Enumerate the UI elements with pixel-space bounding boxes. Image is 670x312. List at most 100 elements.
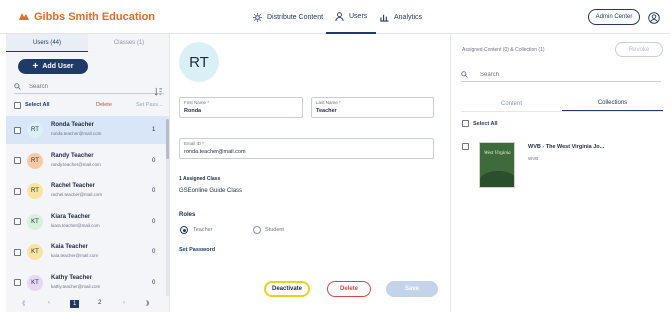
last-name-value: Teacher xyxy=(316,108,337,114)
admin-center-button[interactable]: Admin Center xyxy=(588,9,640,25)
email-value: ronda.teacher@mail.com xyxy=(184,149,246,155)
user-row-checkbox[interactable] xyxy=(14,157,21,164)
gibbs-smith-logo-icon xyxy=(19,13,29,20)
last-name-field[interactable]: Last Name * Teacher xyxy=(311,97,434,118)
user-avatar: RT xyxy=(27,152,43,169)
user-email: kaia.teacher@mail.com xyxy=(51,253,99,258)
scrollbar-thumb[interactable] xyxy=(166,119,169,159)
nav-distribute-content[interactable]: Distribute Content xyxy=(253,0,323,34)
user-row[interactable]: RT Ronda Teacher ronda.teacher@mail.com 1 xyxy=(6,116,166,144)
user-row-checkbox[interactable] xyxy=(14,187,21,195)
collection-name[interactable]: WVB - The West Virginia Jo... xyxy=(528,144,604,150)
logo[interactable]: Gibbs Smith Education xyxy=(18,11,155,23)
nav-analytics[interactable]: Analytics xyxy=(380,0,422,34)
tab-collections[interactable]: Collections xyxy=(562,96,663,111)
user-name: Rachel Teacher xyxy=(51,183,95,189)
user-row-checkbox[interactable] xyxy=(14,279,21,286)
revoke-button[interactable]: Revoke xyxy=(615,42,663,57)
user-row-checkbox[interactable] xyxy=(14,126,21,134)
tab-content[interactable]: Content xyxy=(461,96,562,111)
nav-label: Analytics xyxy=(394,13,423,21)
role-teacher-label[interactable]: Teacher xyxy=(193,227,213,233)
user-row-checkbox[interactable] xyxy=(14,248,21,256)
add-user-label: Add User xyxy=(42,63,74,70)
delete-button[interactable]: Delete xyxy=(327,281,371,297)
role-student-label[interactable]: Student xyxy=(265,227,284,233)
tab-classes[interactable]: Classes (1) xyxy=(88,34,170,52)
collections-select-all[interactable]: Select All xyxy=(462,120,498,127)
user-avatar: KT xyxy=(27,244,43,260)
user-email: randy.teacher@mail.com xyxy=(51,161,101,167)
collections-select-all-checkbox[interactable] xyxy=(462,120,469,127)
add-user-button[interactable]: + Add User xyxy=(18,59,88,74)
prev-page-button[interactable]: ‹ xyxy=(48,300,50,306)
user-search xyxy=(14,80,164,94)
nav-users[interactable]: Users xyxy=(326,0,377,34)
top-bar: Gibbs Smith Education Distribute Content… xyxy=(0,0,670,34)
user-class-count: 0 xyxy=(152,188,156,194)
user-name: Randy Teacher xyxy=(51,152,94,159)
user-row[interactable]: KT Kiara Teacher kiara.teacher@mail.com 0 xyxy=(6,208,166,236)
user-name: Ronda Teacher xyxy=(51,122,94,128)
search-icon xyxy=(14,83,21,90)
user-search-input[interactable] xyxy=(29,83,139,90)
search-icon xyxy=(461,71,468,78)
first-page-button[interactable]: ⟪ xyxy=(22,300,25,307)
user-class-count: 0 xyxy=(152,218,156,225)
assigned-search-input[interactable] xyxy=(480,71,650,78)
nav-label: Distribute Content xyxy=(267,13,324,21)
select-all-checkbox[interactable] xyxy=(14,101,21,109)
first-name-value: Ronda xyxy=(184,108,202,114)
bulk-delete-button[interactable]: Delete xyxy=(96,102,112,108)
user-avatar-large: RT xyxy=(179,42,219,82)
bulk-actions: Select All Delete Set Pass... xyxy=(14,100,166,110)
user-class-count: 0 xyxy=(152,279,156,286)
user-row[interactable]: RT Rachel Teacher rachel.teacher@mail.com 0 xyxy=(6,177,166,205)
user-detail-panel: RT First Name * Ronda Last Name * Teache… xyxy=(171,34,449,312)
user-row[interactable]: RT Randy Teacher randy.teacher@mail.com 0 xyxy=(6,147,166,175)
user-avatar: KT xyxy=(27,274,43,291)
account-circle-icon[interactable] xyxy=(648,11,660,29)
role-teacher-radio[interactable] xyxy=(180,226,188,234)
email-field[interactable]: Email ID * ronda.teacher@mail.com xyxy=(179,138,434,159)
collection-checkbox[interactable] xyxy=(462,143,469,150)
role-student-radio[interactable] xyxy=(253,226,261,234)
user-icon xyxy=(335,11,344,21)
first-name-label: First Name * xyxy=(184,100,210,105)
tab-users[interactable]: Users (44) xyxy=(6,34,88,52)
assigned-content-title: Assigned Content (0) & Collection (1) xyxy=(462,47,545,53)
collection-code: WVB xyxy=(528,156,539,161)
assigned-content-panel: Assigned Content (0) & Collection (1) Re… xyxy=(450,34,670,312)
page-1-button[interactable]: 1 xyxy=(70,300,80,308)
user-email: ronda.teacher@mail.com xyxy=(51,131,102,136)
assigned-class-count: 1 Assigned Class xyxy=(179,176,221,182)
user-name: Kaia Teacher xyxy=(51,244,88,250)
collections-select-all-label: Select All xyxy=(473,120,498,127)
distribute-icon xyxy=(253,12,262,22)
last-page-button[interactable]: ⟫ xyxy=(146,300,149,307)
page-2-button[interactable]: 2 xyxy=(98,300,101,306)
last-name-label: Last Name * xyxy=(316,100,341,105)
user-name: Kiara Teacher xyxy=(51,213,91,220)
first-name-field[interactable]: First Name * Ronda xyxy=(179,97,303,118)
user-row[interactable]: KT Kaia Teacher kaia.teacher@mail.com 0 xyxy=(6,238,166,266)
assigned-search xyxy=(461,68,661,82)
user-row[interactable]: KT Kathy Teacher kathy.teacher@mail.com 0 xyxy=(6,269,166,297)
user-avatar: RT xyxy=(27,183,43,199)
plus-icon: + xyxy=(32,60,39,72)
user-row-checkbox[interactable] xyxy=(14,218,21,225)
user-avatar: RT xyxy=(27,122,43,138)
deactivate-button[interactable]: Deactivate xyxy=(264,281,310,297)
save-button[interactable]: Save xyxy=(386,281,438,297)
sort-icon[interactable] xyxy=(154,83,163,101)
user-email: kathy.teacher@mail.com xyxy=(51,283,101,289)
user-class-count: 1 xyxy=(152,127,156,133)
set-password-link[interactable]: Set Password xyxy=(179,247,215,253)
bulk-set-password-button[interactable]: Set Pass... xyxy=(136,102,163,108)
user-avatar: KT xyxy=(27,213,43,230)
user-email: kiara.teacher@mail.com xyxy=(51,222,100,228)
next-page-button[interactable]: › xyxy=(123,300,125,306)
select-all-label[interactable]: Select All xyxy=(25,102,50,108)
roles-heading: Roles xyxy=(179,212,196,218)
user-email: rachel.teacher@mail.com xyxy=(51,192,103,197)
